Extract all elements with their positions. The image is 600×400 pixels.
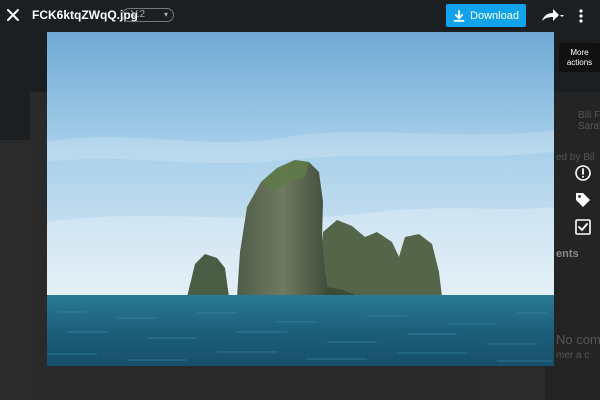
chevron-down-icon: ▾	[163, 10, 168, 19]
share-button[interactable]	[540, 7, 564, 25]
download-icon	[453, 9, 465, 22]
check-icon[interactable]	[574, 218, 592, 236]
more-actions-button[interactable]	[574, 6, 588, 26]
alert-icon[interactable]	[574, 164, 592, 182]
background-author-name: Bill F	[578, 110, 600, 121]
close-icon[interactable]	[4, 6, 22, 24]
download-button[interactable]: Download	[446, 4, 526, 27]
background-comment-hint: mer a c	[556, 350, 590, 361]
background-author-sub: Sarah	[578, 121, 600, 132]
background-uploaded-by: ed by Bil	[556, 152, 595, 163]
viewer-toolbar: FCK6ktqZWqQ.jpg V.2 ▾ Download	[0, 0, 600, 32]
more-vertical-icon	[579, 9, 583, 23]
background-comments-heading: ents	[556, 248, 579, 260]
version-label: V.2	[131, 9, 146, 20]
share-icon	[542, 9, 564, 21]
version-select[interactable]: V.2 ▾	[122, 8, 174, 22]
more-actions-tooltip: More actions	[559, 43, 600, 72]
background-no-comments: No comm	[556, 332, 600, 347]
download-label: Download	[470, 9, 519, 22]
preview-image	[47, 32, 554, 366]
tag-icon[interactable]	[574, 191, 592, 209]
